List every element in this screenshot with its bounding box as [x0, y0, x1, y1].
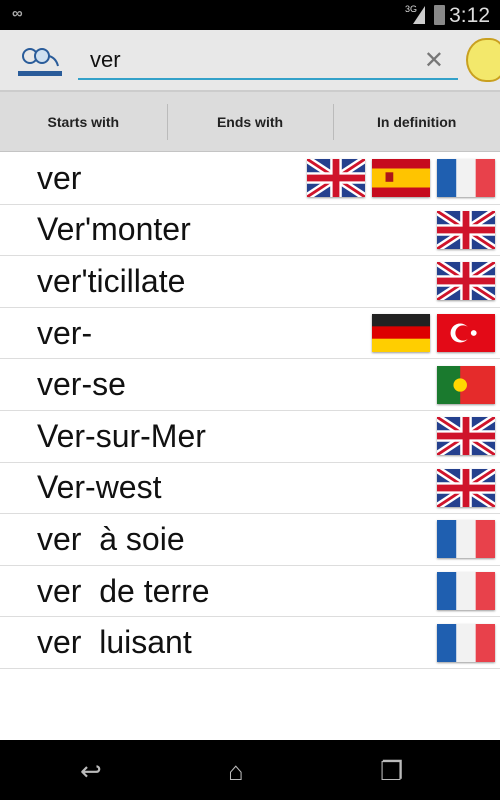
result-word: ver — [37, 159, 82, 196]
status-bar: ∞ 3G 3:12 — [0, 0, 500, 30]
language-flags — [437, 572, 500, 611]
france-flag-icon[interactable] — [437, 572, 495, 611]
uk-flag-icon[interactable] — [437, 468, 495, 507]
uk-flag-icon[interactable] — [437, 262, 495, 301]
france-flag-icon[interactable] — [437, 623, 495, 662]
result-row[interactable]: Ver'monter — [0, 205, 500, 257]
language-flags — [372, 314, 500, 353]
result-word: ver de terre — [37, 572, 210, 609]
result-word: Ver-sur-Mer — [37, 417, 206, 454]
result-word: ver à soie — [37, 520, 185, 557]
language-flags — [437, 468, 500, 507]
language-flags — [437, 417, 500, 456]
toolbar: ✕ — [0, 30, 500, 92]
brain-icon[interactable] — [466, 38, 500, 82]
tab-ends-with[interactable]: Ends with — [166, 92, 334, 151]
tab-starts-with[interactable]: Starts with — [0, 92, 167, 151]
language-flags — [437, 210, 500, 249]
uk-flag-icon[interactable] — [437, 210, 495, 249]
result-word: Ver'monter — [37, 211, 191, 248]
france-flag-icon[interactable] — [437, 159, 495, 198]
result-row[interactable]: ver'ticillate — [0, 256, 500, 308]
result-row[interactable]: ver — [0, 153, 500, 205]
recent-apps-icon[interactable]: ❐ — [380, 756, 403, 787]
result-word: ver- — [37, 314, 93, 351]
search-mode-tabs: Starts with Ends with In definition — [0, 92, 500, 152]
result-row[interactable]: Ver-sur-Mer — [0, 411, 500, 463]
clock: 3:12 — [449, 4, 490, 27]
navigation-bar: ↩ ⌂ ❐ — [0, 740, 500, 800]
result-row[interactable]: ver de terre — [0, 566, 500, 618]
result-row[interactable]: ver luisant — [0, 617, 500, 669]
result-word: ver-se — [37, 366, 126, 403]
tab-in-definition[interactable]: In definition — [333, 92, 500, 151]
clear-icon[interactable]: ✕ — [424, 46, 444, 75]
app-logo[interactable] — [16, 42, 64, 82]
result-word: ver'ticillate — [37, 262, 186, 299]
spain-flag-icon[interactable] — [372, 159, 430, 198]
home-icon[interactable]: ⌂ — [228, 756, 244, 787]
uk-flag-icon[interactable] — [437, 417, 495, 456]
uk-flag-icon[interactable] — [307, 159, 365, 198]
language-flags — [437, 520, 500, 559]
turkey-flag-icon[interactable] — [437, 314, 495, 353]
result-row[interactable]: ver à soie — [0, 514, 500, 566]
result-row[interactable]: Ver-west — [0, 463, 500, 515]
result-row[interactable]: ver-se — [0, 359, 500, 411]
language-flags — [437, 262, 500, 301]
language-flags — [437, 365, 500, 404]
result-row[interactable]: ver- — [0, 308, 500, 360]
back-icon[interactable]: ↩ — [80, 756, 102, 787]
search-field[interactable]: ✕ — [78, 44, 458, 80]
result-word: Ver-west — [37, 469, 162, 506]
result-word: ver luisant — [37, 624, 192, 661]
germany-flag-icon[interactable] — [372, 314, 430, 353]
battery-icon — [434, 5, 445, 25]
portugal-flag-icon[interactable] — [437, 365, 495, 404]
search-input[interactable] — [78, 44, 408, 76]
app-notification-icon: ∞ — [12, 5, 23, 22]
language-flags — [437, 623, 500, 662]
results-list: ver Ver'monter ver'ticillate ver-ver-se Ver-… — [0, 153, 500, 669]
signal-icon — [413, 6, 425, 24]
france-flag-icon[interactable] — [437, 520, 495, 559]
language-flags — [307, 159, 500, 198]
